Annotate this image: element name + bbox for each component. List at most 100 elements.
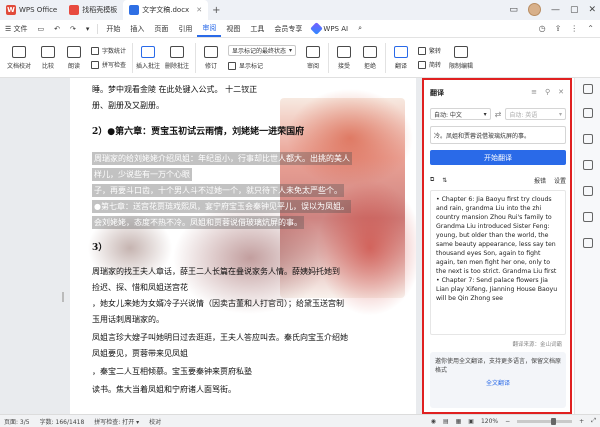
delete-annotation-button[interactable]: 删除批注 bbox=[162, 41, 192, 75]
document-area: 睡。梦中观看金陵 在此处键入公式。 十二钗正 册、副册及又副册。 2）●第六章：… bbox=[0, 78, 422, 414]
menu-file[interactable]: ☰ 文件 bbox=[0, 24, 33, 34]
search-icon[interactable]: ⌕ bbox=[353, 24, 367, 33]
settings-link[interactable]: 设置 bbox=[554, 176, 566, 185]
tab-document[interactable]: 文字文稿.docx ✕ bbox=[123, 0, 209, 20]
wps-ai-button[interactable]: WPS AI bbox=[307, 22, 353, 35]
accept-button[interactable]: 接受 bbox=[332, 41, 356, 75]
menu-tools[interactable]: 工具 bbox=[245, 24, 269, 34]
read-view-icon[interactable]: ▣ bbox=[468, 418, 474, 425]
ribbon-group-accept: 接受 拒绝 bbox=[332, 39, 382, 77]
report-error-link[interactable]: 报错 bbox=[534, 176, 546, 185]
display-markup-button[interactable]: 显示标记 bbox=[228, 61, 296, 70]
menu-home[interactable]: 开始 bbox=[101, 24, 125, 34]
collapse-icon[interactable]: ⌃ bbox=[587, 24, 594, 33]
display-mode-select[interactable]: 显示标记的最终状态 ▾ bbox=[228, 45, 297, 56]
doc-paragraph: ，她女儿来她为女婿冷子兴说情（因卖古董和人打官司）；给黛玉送宫制 bbox=[92, 299, 344, 308]
zoom-in-icon[interactable]: + bbox=[579, 418, 584, 425]
review-pane-label: 审阅 bbox=[307, 62, 320, 70]
window-controls: ▭ — ▢ ✕ bbox=[509, 3, 596, 16]
spell-check-label: 拼写检查 bbox=[102, 62, 127, 69]
menu-view[interactable]: 视图 bbox=[221, 24, 245, 34]
doc-check-button[interactable]: 文档校对 bbox=[4, 41, 34, 75]
tab-template[interactable]: 找稻壳模板 bbox=[63, 0, 123, 20]
close-tab-icon[interactable]: ✕ bbox=[196, 6, 202, 14]
word-count-icon bbox=[91, 46, 99, 55]
menu-reference[interactable]: 引用 bbox=[173, 24, 197, 34]
avatar[interactable] bbox=[527, 3, 541, 16]
tab-label: 找稻壳模板 bbox=[82, 6, 118, 14]
trad-convert-button[interactable]: 繁转 bbox=[418, 46, 441, 55]
menu-insert[interactable]: 插入 bbox=[125, 24, 149, 34]
doc-paragraph: 凤姐要见，贾蓉带来见凤姐 bbox=[92, 349, 188, 358]
close-icon[interactable]: ✕ bbox=[558, 88, 564, 96]
link-icon[interactable] bbox=[583, 212, 593, 222]
restrict-edit-button[interactable]: 限制编辑 bbox=[446, 41, 476, 75]
page-indicator[interactable]: 页面: 3/5 bbox=[4, 417, 30, 426]
word-count-indicator[interactable]: 字数: 166/1418 bbox=[40, 417, 85, 426]
redo-icon[interactable]: ↷ bbox=[65, 25, 81, 33]
copy-icon[interactable]: ⧉ bbox=[430, 176, 434, 184]
save-icon[interactable]: ▭ bbox=[33, 25, 50, 33]
tab-wps-office[interactable]: W WPS Office bbox=[0, 0, 63, 20]
drag-handle[interactable] bbox=[62, 292, 64, 302]
zoom-slider-handle[interactable] bbox=[551, 417, 557, 425]
read-aloud-button[interactable]: 朗读 bbox=[62, 41, 86, 75]
revise-button[interactable]: 修订 bbox=[199, 41, 223, 75]
ribbon-convert-stack: 繁转 简转 bbox=[415, 41, 444, 75]
close-window-icon[interactable]: ✕ bbox=[588, 5, 596, 15]
menu-review[interactable]: 审阅 bbox=[197, 23, 222, 37]
new-tab-icon[interactable]: + bbox=[212, 5, 220, 16]
undo-icon[interactable]: ↶ bbox=[49, 25, 65, 33]
target-language-value: 自动: 英语 bbox=[509, 111, 538, 119]
doc-paragraph-selected: 周瑞家的给刘姥姥介绍凤姐：年纪虽小，行事却比世人都大。出挑的美人 bbox=[92, 152, 352, 165]
document-page[interactable]: 睡。梦中观看金陵 在此处键入公式。 十二钗正 册、副册及又副册。 2）●第六章：… bbox=[70, 78, 416, 414]
doc-check-label: 文档校对 bbox=[6, 62, 31, 70]
swap-icon[interactable]: ⇄ bbox=[495, 110, 502, 119]
menu-icon[interactable]: ≡ bbox=[531, 88, 537, 96]
minimize-icon[interactable]: — bbox=[551, 5, 560, 15]
translate-button[interactable]: 翻译 bbox=[389, 41, 413, 75]
target-language-select[interactable]: 自动: 英语 ▾ bbox=[505, 108, 567, 120]
apps-icon[interactable] bbox=[583, 238, 593, 248]
tools-icon[interactable] bbox=[583, 108, 593, 118]
full-translate-link[interactable]: 全文翻译 bbox=[435, 379, 561, 388]
dropdown-icon[interactable]: ▾ bbox=[81, 25, 95, 33]
sliders-icon[interactable] bbox=[583, 160, 593, 170]
proof-indicator[interactable]: 校对 bbox=[149, 417, 161, 426]
page-view-icon[interactable]: ▤ bbox=[443, 418, 449, 425]
history-icon[interactable]: ◷ bbox=[539, 24, 546, 33]
zoom-level[interactable]: 120% bbox=[481, 418, 498, 425]
menu-member[interactable]: 会员专享 bbox=[269, 24, 307, 34]
word-count-button[interactable]: 字数统计 bbox=[91, 46, 126, 55]
zoom-out-icon[interactable]: − bbox=[505, 418, 510, 425]
compare-button[interactable]: 比较 bbox=[36, 41, 60, 75]
insert-annotation-label: 插入批注 bbox=[136, 62, 161, 70]
menu-page[interactable]: 页面 bbox=[149, 24, 173, 34]
review-pane-icon bbox=[306, 45, 321, 58]
share-icon[interactable]: ⇪ bbox=[555, 24, 562, 33]
zoom-slider[interactable] bbox=[517, 417, 573, 425]
fit-page-icon[interactable]: ⤢ bbox=[591, 417, 596, 425]
translate-rail-icon[interactable] bbox=[583, 84, 593, 94]
simp-convert-label: 简转 bbox=[429, 62, 442, 69]
layout-icon[interactable]: ▭ bbox=[509, 5, 518, 15]
simp-convert-button[interactable]: 简转 bbox=[418, 60, 441, 69]
spell-check-button[interactable]: 拼写检查 bbox=[91, 60, 126, 69]
notice-text: 邀你使用全文翻译，支持更多语言，保留文档原格式 bbox=[435, 358, 562, 374]
review-pane-button[interactable]: 审阅 bbox=[301, 41, 325, 75]
pin-icon[interactable]: ⚲ bbox=[545, 88, 550, 96]
eye-icon[interactable]: ◉ bbox=[431, 418, 436, 425]
reject-button[interactable]: 拒绝 bbox=[358, 41, 382, 75]
start-translate-button[interactable]: 开始翻译 bbox=[430, 150, 566, 165]
spell-check-toggle[interactable]: 拼写检查: 打开 ▾ bbox=[94, 417, 139, 426]
replace-icon[interactable]: ⇅ bbox=[442, 177, 447, 184]
layers-icon[interactable] bbox=[583, 134, 593, 144]
source-text-input[interactable]: 冷。凤姐和贾蓉说借玻璃炕屏的事。 bbox=[430, 126, 566, 144]
web-view-icon[interactable]: ▦ bbox=[456, 418, 462, 425]
more-icon[interactable]: ⋮ bbox=[570, 24, 578, 33]
insert-annotation-button[interactable]: 插入批注 bbox=[136, 41, 160, 75]
menu-right-tools: ◷ ⇪ ⋮ ⌃ bbox=[539, 24, 600, 33]
source-language-select[interactable]: 自动: 中文 ▾ bbox=[430, 108, 491, 120]
comment-icon[interactable] bbox=[583, 186, 593, 196]
maximize-icon[interactable]: ▢ bbox=[570, 5, 579, 15]
